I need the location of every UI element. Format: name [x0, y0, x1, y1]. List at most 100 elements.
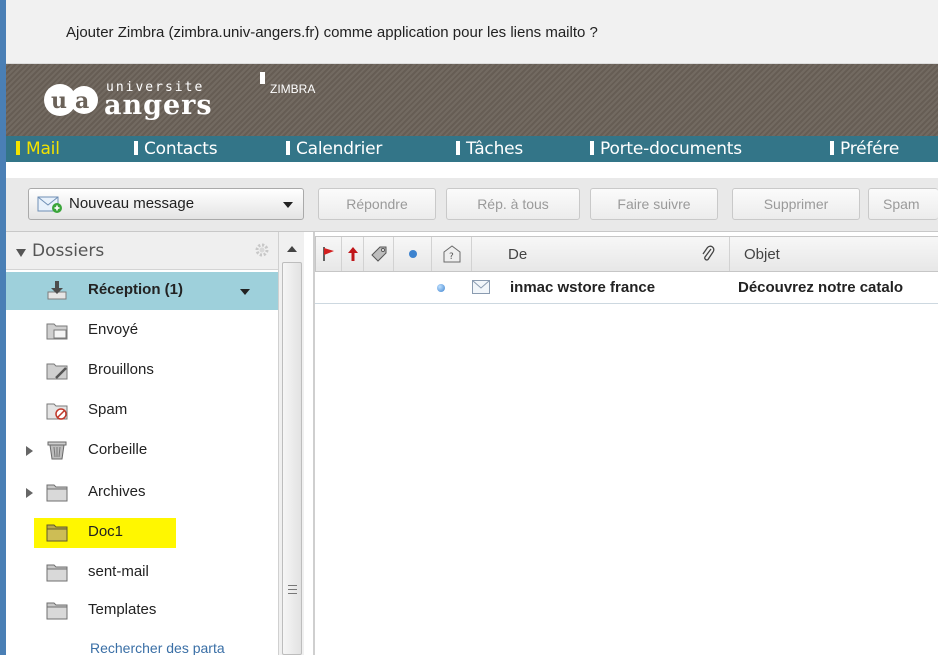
collapse-icon[interactable] — [16, 249, 26, 257]
gear-icon[interactable] — [254, 242, 270, 258]
trash-icon — [47, 441, 67, 460]
unread-dot-icon — [437, 284, 445, 292]
folder-icon — [46, 484, 68, 502]
tab-marker — [830, 141, 834, 155]
mailto-notification-bar: Ajouter Zimbra (zimbra.univ-angers.fr) c… — [6, 0, 938, 64]
tab-label: Contacts — [144, 139, 218, 159]
sent-folder-icon — [46, 323, 68, 340]
header-spacer — [6, 162, 938, 178]
tab-contacts[interactable]: Contacts — [134, 136, 218, 162]
message-subject: Découvrez notre catalo — [738, 279, 904, 296]
delete-button[interactable]: Supprimer — [732, 188, 860, 220]
tab-calendar[interactable]: Calendrier — [286, 136, 382, 162]
tab-preferences[interactable]: Préfére — [830, 136, 899, 162]
column-from-label: De — [508, 246, 528, 263]
grip-icon — [288, 585, 297, 594]
delete-label: Supprimer — [763, 196, 829, 212]
folder-name: Réception (1) — [88, 281, 184, 298]
tab-marker — [456, 141, 460, 155]
folder-name: sent-mail — [88, 563, 149, 580]
logo-zimbra-text: ZIMBRA — [270, 82, 316, 96]
expand-icon[interactable] — [26, 446, 33, 456]
chevron-down-icon[interactable] — [240, 289, 250, 295]
folder-sent[interactable]: Envoyé — [6, 312, 278, 350]
column-type[interactable]: ? — [432, 237, 472, 271]
tab-marker — [134, 141, 138, 155]
tab-marker — [590, 141, 594, 155]
folder-name: Brouillons — [88, 361, 154, 378]
tab-label: Calendrier — [296, 139, 383, 159]
envelope-icon — [472, 280, 490, 294]
new-message-label: Nouveau message — [69, 195, 195, 212]
folders-header-label: Dossiers — [32, 241, 105, 261]
chevron-down-icon[interactable] — [283, 202, 293, 208]
svg-text:a: a — [75, 88, 89, 114]
scroll-up-icon[interactable] — [287, 246, 297, 252]
column-from[interactable]: De — [472, 237, 730, 271]
column-subject-label: Objet — [744, 246, 780, 263]
folder-inbox[interactable]: Réception (1) — [6, 272, 278, 310]
tab-mail[interactable]: Mail — [16, 136, 60, 162]
svg-text:?: ? — [449, 252, 454, 262]
sidebar-scrollbar[interactable] — [278, 232, 304, 655]
message-type-icon: ? — [443, 245, 460, 263]
inbox-icon — [47, 281, 67, 300]
folder-name: Archives — [88, 483, 146, 500]
folder-archives[interactable]: Archives — [6, 474, 278, 512]
tag-icon — [370, 246, 386, 262]
reply-button[interactable]: Répondre — [318, 188, 436, 220]
message-from: inmac wstore france — [510, 279, 656, 296]
mail-toolbar: Nouveau message Répondre Rép. à tous Fai… — [6, 178, 938, 232]
tab-label: Tâches — [466, 139, 524, 159]
expand-icon[interactable] — [26, 488, 33, 498]
folder-name: Spam — [88, 401, 128, 418]
attachment-icon — [702, 245, 715, 261]
read-status-icon — [408, 250, 417, 258]
university-logo-icon: u a — [44, 84, 98, 116]
scrollbar-thumb[interactable] — [282, 262, 302, 655]
notification-text: Ajouter Zimbra (zimbra.univ-angers.fr) c… — [66, 24, 598, 41]
reply-label: Répondre — [346, 196, 408, 212]
folder-doc1[interactable]: Doc1 — [6, 514, 278, 552]
new-message-button[interactable]: Nouveau message — [28, 188, 304, 220]
tab-briefcase[interactable]: Porte-documents — [590, 136, 742, 162]
tab-marker — [16, 141, 20, 155]
new-message-icon — [37, 196, 62, 213]
tab-marker — [286, 141, 290, 155]
spam-button[interactable]: Spam — [868, 188, 938, 220]
column-priority[interactable] — [342, 237, 364, 271]
folder-trash[interactable]: Corbeille — [6, 432, 278, 470]
zimbra-mark — [260, 72, 265, 84]
message-list-pane: ? De Objet inmac wstore france Découvrez… — [305, 232, 938, 655]
folder-name: Corbeille — [88, 441, 148, 458]
folder-icon — [46, 602, 68, 620]
folder-drafts[interactable]: Brouillons — [6, 352, 278, 390]
priority-icon — [347, 247, 358, 261]
folder-sent-mail[interactable]: sent-mail — [6, 554, 278, 592]
column-subject[interactable]: Objet — [730, 237, 938, 271]
reply-all-button[interactable]: Rép. à tous — [446, 188, 580, 220]
folder-name: Doc1 — [88, 523, 124, 540]
column-tag[interactable] — [364, 237, 394, 271]
spam-label: Spam — [883, 196, 920, 212]
forward-label: Faire suivre — [617, 196, 691, 212]
drafts-folder-icon — [46, 363, 68, 380]
logo-angers-text: angers — [104, 90, 213, 121]
folder-name: Envoyé — [88, 321, 139, 338]
svg-text:u: u — [51, 88, 67, 114]
app-tab-bar: Mail Contacts Calendrier Tâches Porte-do… — [6, 136, 938, 162]
folder-spam[interactable]: Spam — [6, 392, 278, 430]
column-status[interactable] — [394, 237, 432, 271]
forward-button[interactable]: Faire suivre — [590, 188, 718, 220]
search-shared-link[interactable]: Rechercher des parta — [90, 640, 272, 655]
folder-templates[interactable]: Templates — [6, 592, 278, 630]
reply-all-label: Rép. à tous — [477, 196, 549, 212]
flag-icon — [322, 247, 334, 261]
folder-name: Templates — [88, 601, 157, 618]
tab-tasks[interactable]: Tâches — [456, 136, 523, 162]
message-row[interactable]: inmac wstore france Découvrez notre cata… — [315, 272, 938, 304]
folder-sidebar: Dossiers Réception (1) Envoyé Brouillons — [6, 232, 304, 655]
spam-folder-icon — [46, 403, 68, 420]
folders-header[interactable]: Dossiers — [6, 232, 278, 270]
column-flag[interactable] — [316, 237, 342, 271]
